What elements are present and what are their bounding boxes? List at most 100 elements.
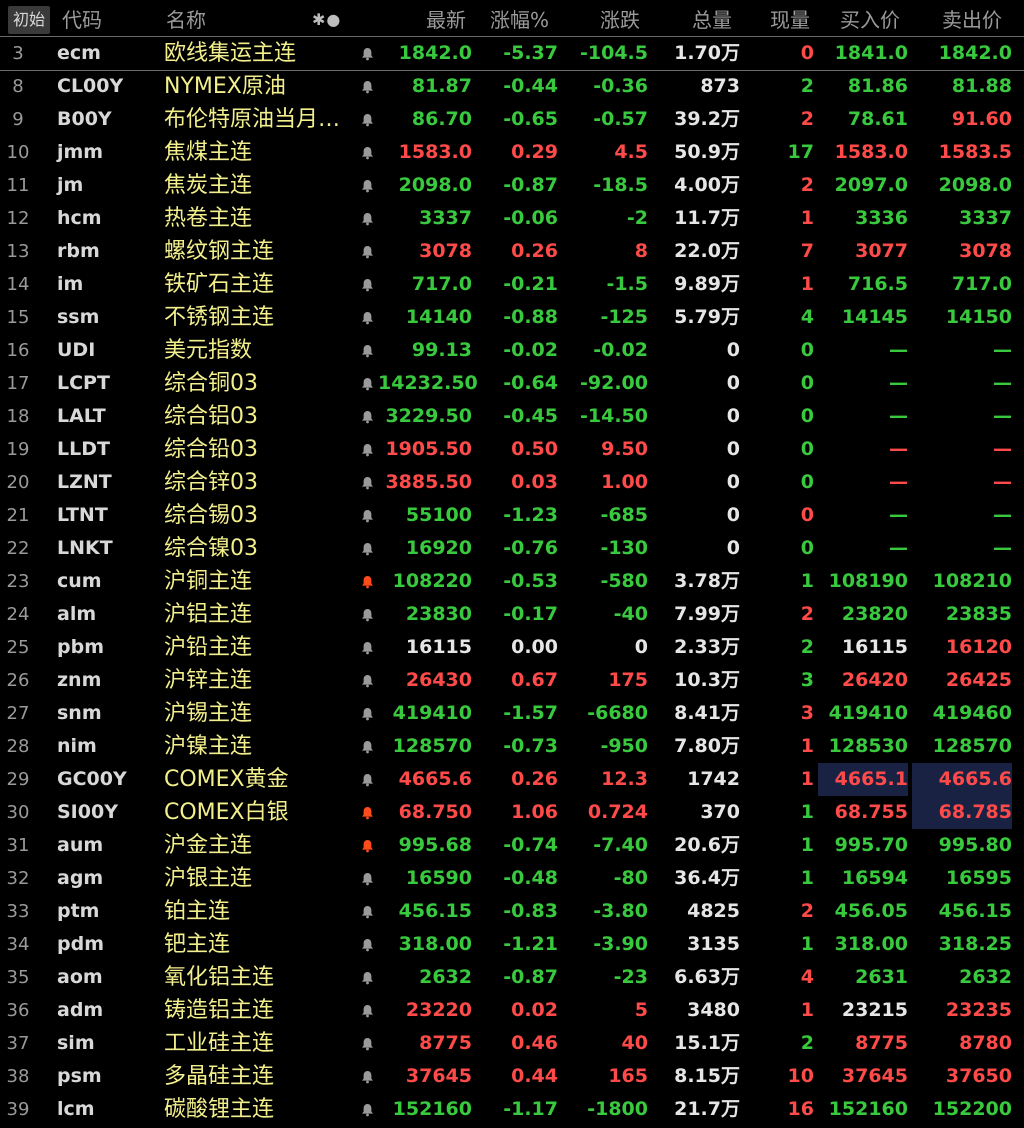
table-row[interactable]: 11 jm 焦炭主连 2098.0 -0.87 -18.5 4.00万 2 2097.0 2098… bbox=[0, 169, 1024, 202]
ask-price: 16595 bbox=[945, 867, 1012, 889]
star-dot-icon[interactable]: ✱● bbox=[312, 0, 341, 40]
table-row[interactable]: 35 aom 氧化铝主连 2632 -0.87 -23 6.63万 4 2631 2632 bbox=[0, 961, 1024, 994]
header-vol[interactable]: 总量 bbox=[692, 0, 732, 40]
header-last[interactable]: 最新 bbox=[426, 0, 466, 40]
table-row[interactable]: 15 ssm 不锈钢主连 14140 -0.88 -125 5.79万 4 14145 14150 bbox=[0, 301, 1024, 334]
alert-bell-icon[interactable] bbox=[360, 664, 374, 697]
alert-bell-icon[interactable] bbox=[360, 631, 374, 664]
alert-bell-icon[interactable] bbox=[360, 169, 374, 202]
table-row[interactable]: 10 jmm 焦煤主连 1583.0 0.29 4.5 50.9万 17 1583.0 1583.… bbox=[0, 136, 1024, 169]
alert-bell-icon[interactable] bbox=[360, 301, 374, 334]
change-amount: -0.57 bbox=[593, 108, 648, 130]
table-row[interactable]: 30 SI00Y COMEX白银 68.750 1.06 0.724 370 1 68.755 6… bbox=[0, 796, 1024, 829]
change-pct: -0.88 bbox=[503, 306, 558, 328]
alert-bell-icon[interactable] bbox=[360, 796, 374, 829]
table-row[interactable]: 37 sim 工业硅主连 8775 0.46 40 15.1万 2 8775 8780 bbox=[0, 1027, 1024, 1060]
table-row[interactable]: 18 LALT 综合铝03 3229.50 -0.45 -14.50 0 0 — — bbox=[0, 400, 1024, 433]
bid-price: 16115 bbox=[841, 636, 908, 658]
alert-bell-icon[interactable] bbox=[360, 598, 374, 631]
change-pct: -0.87 bbox=[503, 174, 558, 196]
alert-bell-icon[interactable] bbox=[360, 862, 374, 895]
ask-price: 14150 bbox=[945, 306, 1012, 328]
init-button[interactable]: 初始 bbox=[8, 6, 50, 34]
ask-price: 3337 bbox=[959, 207, 1012, 229]
alert-bell-icon[interactable] bbox=[360, 202, 374, 235]
alert-bell-icon[interactable] bbox=[360, 532, 374, 565]
bid-price: 23820 bbox=[841, 603, 908, 625]
alert-bell-icon[interactable] bbox=[360, 268, 374, 301]
quote-table: 初始 代码 名称 ✱● 最新 涨幅% 涨跌 总量 现量 买入价 卖出价 3 ecm… bbox=[0, 0, 1024, 1128]
header-chg[interactable]: 涨跌 bbox=[600, 0, 640, 40]
alert-bell-icon[interactable] bbox=[360, 928, 374, 961]
alert-bell-icon[interactable] bbox=[360, 136, 374, 169]
last-price: 1905.50 bbox=[385, 438, 472, 460]
alert-bell-icon[interactable] bbox=[360, 961, 374, 994]
table-row[interactable]: 36 adm 铸造铝主连 23220 0.02 5 3480 1 23215 23235 bbox=[0, 994, 1024, 1027]
table-row[interactable]: 9 B00Y 布伦特原油当月连续 86.70 -0.65 -0.57 39.2万 2 78.61… bbox=[0, 103, 1024, 136]
alert-bell-icon[interactable] bbox=[360, 400, 374, 433]
last-price: 55100 bbox=[405, 504, 472, 526]
table-row[interactable]: 29 GC00Y COMEX黄金 4665.6 0.26 12.3 1742 1 4665.1 4… bbox=[0, 763, 1024, 796]
contract-code: LALT bbox=[57, 405, 106, 427]
change-amount: -1800 bbox=[587, 1098, 648, 1120]
last-price: 456.15 bbox=[398, 900, 472, 922]
table-row[interactable]: 24 alm 沪铝主连 23830 -0.17 -40 7.99万 2 23820 23835 bbox=[0, 598, 1024, 631]
table-row[interactable]: 23 cum 沪铜主连 108220 -0.53 -580 3.78万 1 108190 1082… bbox=[0, 565, 1024, 598]
alert-bell-icon[interactable] bbox=[360, 1060, 374, 1093]
table-row[interactable]: 33 ptm 铂主连 456.15 -0.83 -3.80 4825 2 456.05 456.1… bbox=[0, 895, 1024, 928]
table-row[interactable]: 19 LLDT 综合铅03 1905.50 0.50 9.50 0 0 — — bbox=[0, 433, 1024, 466]
table-row[interactable]: 13 rbm 螺纹钢主连 3078 0.26 8 22.0万 7 3077 3078 bbox=[0, 235, 1024, 268]
ask-price: 81.88 bbox=[951, 75, 1012, 97]
table-row[interactable]: 20 LZNT 综合锌03 3885.50 0.03 1.00 0 0 — — bbox=[0, 466, 1024, 499]
header-name[interactable]: 名称 bbox=[166, 0, 206, 40]
alert-bell-icon[interactable] bbox=[360, 334, 374, 367]
table-row[interactable]: 8 CL00Y NYMEX原油 81.87 -0.44 -0.36 873 2 81.86 81.… bbox=[0, 70, 1024, 103]
alert-bell-icon[interactable] bbox=[360, 499, 374, 532]
row-number: 11 bbox=[6, 175, 30, 196]
alert-bell-icon[interactable] bbox=[360, 697, 374, 730]
alert-bell-icon[interactable] bbox=[360, 103, 374, 136]
alert-bell-icon[interactable] bbox=[360, 70, 374, 103]
alert-bell-icon[interactable] bbox=[360, 235, 374, 268]
change-pct: 0.46 bbox=[511, 1032, 558, 1054]
row-number: 36 bbox=[6, 1000, 30, 1021]
table-row[interactable]: 21 LTNT 综合锡03 55100 -1.23 -685 0 0 — — bbox=[0, 499, 1024, 532]
header-cur[interactable]: 现量 bbox=[770, 0, 810, 40]
header-ask[interactable]: 卖出价 bbox=[942, 0, 1002, 40]
table-row[interactable]: 3 ecm 欧线集运主连 1842.0 -5.37 -104.5 1.70万 0 1841.0 1… bbox=[0, 36, 1024, 71]
change-amount: -3.90 bbox=[593, 933, 648, 955]
alert-bell-icon[interactable] bbox=[360, 730, 374, 763]
alert-bell-icon[interactable] bbox=[360, 367, 374, 400]
alert-bell-icon[interactable] bbox=[360, 895, 374, 928]
table-row[interactable]: 28 nim 沪镍主连 128570 -0.73 -950 7.80万 1 128530 1285… bbox=[0, 730, 1024, 763]
alert-bell-icon[interactable] bbox=[360, 1093, 374, 1126]
table-row[interactable]: 16 UDI 美元指数 99.13 -0.02 -0.02 0 0 — — bbox=[0, 334, 1024, 367]
table-row[interactable]: 31 aum 沪金主连 995.68 -0.74 -7.40 20.6万 1 995.70 995… bbox=[0, 829, 1024, 862]
table-row[interactable]: 38 psm 多晶硅主连 37645 0.44 165 8.15万 10 37645 37650 bbox=[0, 1060, 1024, 1093]
table-row[interactable]: 17 LCPT 综合铜03 14232.50 -0.64 -92.00 0 0 — — bbox=[0, 367, 1024, 400]
change-pct: -5.37 bbox=[503, 42, 558, 64]
table-row[interactable]: 34 pdm 钯主连 318.00 -1.21 -3.90 3135 1 318.00 318.2… bbox=[0, 928, 1024, 961]
alert-bell-icon[interactable] bbox=[360, 829, 374, 862]
table-row[interactable]: 12 hcm 热卷主连 3337 -0.06 -2 11.7万 1 3336 3337 bbox=[0, 202, 1024, 235]
header-bid[interactable]: 买入价 bbox=[840, 0, 900, 40]
alert-bell-icon[interactable] bbox=[360, 433, 374, 466]
table-row[interactable]: 27 snm 沪锡主连 419410 -1.57 -6680 8.41万 3 419410 419… bbox=[0, 697, 1024, 730]
table-row[interactable]: 32 agm 沪银主连 16590 -0.48 -80 36.4万 1 16594 16595 bbox=[0, 862, 1024, 895]
ask-price: 23235 bbox=[945, 999, 1012, 1021]
alert-bell-icon[interactable] bbox=[360, 1027, 374, 1060]
table-row[interactable]: 39 lcm 碳酸锂主连 152160 -1.17 -1800 21.7万 16 152160 1… bbox=[0, 1093, 1024, 1126]
table-row[interactable]: 22 LNKT 综合镍03 16920 -0.76 -130 0 0 — — bbox=[0, 532, 1024, 565]
header-code[interactable]: 代码 bbox=[62, 0, 102, 40]
table-row[interactable]: 14 im 铁矿石主连 717.0 -0.21 -1.5 9.89万 1 716.5 717.0 bbox=[0, 268, 1024, 301]
alert-bell-icon[interactable] bbox=[360, 466, 374, 499]
table-row[interactable]: 26 znm 沪锌主连 26430 0.67 175 10.3万 3 26420 26425 bbox=[0, 664, 1024, 697]
alert-bell-icon[interactable] bbox=[360, 565, 374, 598]
alert-bell-icon[interactable] bbox=[360, 763, 374, 796]
contract-code: SI00Y bbox=[57, 801, 118, 823]
total-volume: 21.7万 bbox=[674, 1098, 740, 1120]
table-row[interactable]: 25 pbm 沪铅主连 16115 0.00 0 2.33万 2 16115 16120 bbox=[0, 631, 1024, 664]
alert-bell-icon[interactable] bbox=[360, 994, 374, 1027]
alert-bell-icon[interactable] bbox=[360, 37, 374, 70]
header-pct[interactable]: 涨幅% bbox=[490, 0, 549, 40]
